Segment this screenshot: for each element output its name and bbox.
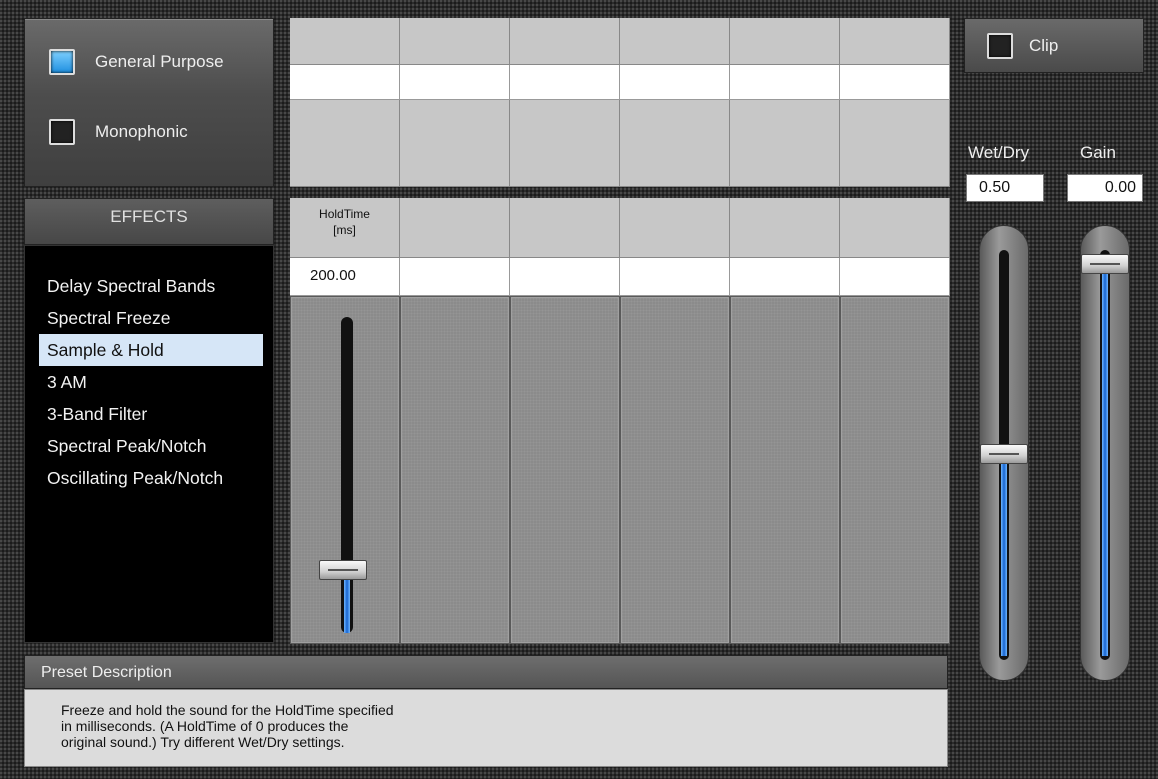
param-value-cell — [620, 258, 730, 296]
param-value-cell — [840, 65, 950, 100]
preset-description-body: Freeze and hold the sound for the HoldTi… — [24, 689, 948, 767]
effect-item-oscillating-peak-notch[interactable]: Oscillating Peak/Notch — [39, 462, 263, 494]
param-body-cell — [730, 100, 840, 187]
hold-time-name: HoldTime — [319, 207, 370, 221]
param-body-cell — [400, 100, 510, 187]
empty-slider-slot — [400, 296, 510, 644]
param-body-cell — [510, 100, 620, 187]
gain-label: Gain — [1080, 143, 1116, 162]
param-value-cell — [730, 65, 840, 100]
hold-time-slider[interactable] — [290, 296, 400, 644]
param-value-cell — [510, 65, 620, 100]
empty-slider-slot — [620, 296, 730, 644]
gain-slider-thumb[interactable] — [1081, 254, 1129, 275]
param-value-cell — [290, 65, 400, 100]
param-value-cell — [510, 258, 620, 296]
hold-time-slider-fill — [344, 577, 350, 633]
param-header-cell — [730, 198, 840, 258]
hold-time-unit: [ms] — [333, 223, 356, 237]
mode-option-general-purpose[interactable]: General Purpose — [49, 49, 224, 75]
general-purpose-led-icon[interactable] — [49, 49, 75, 75]
effects-list[interactable]: Delay Spectral Bands Spectral Freeze Sam… — [24, 245, 274, 643]
effect-item-sample-and-hold[interactable]: Sample & Hold — [39, 334, 263, 366]
empty-slider-slot — [840, 296, 950, 644]
effect-item-3-band-filter[interactable]: 3-Band Filter — [39, 398, 263, 430]
wet-dry-slider[interactable] — [979, 225, 1029, 681]
effect-item-spectral-freeze[interactable]: Spectral Freeze — [39, 302, 263, 334]
param-header-cell — [400, 18, 510, 65]
param-header-cell — [730, 18, 840, 65]
param-body-cell — [620, 100, 730, 187]
param-header-cell — [510, 198, 620, 258]
hold-time-slider-thumb[interactable] — [319, 559, 367, 580]
gain-slider-fill — [1102, 272, 1108, 656]
slider-slots — [290, 296, 950, 644]
clip-led-icon[interactable] — [987, 32, 1013, 59]
wet-dry-label: Wet/Dry — [968, 143, 1030, 162]
mode-panel: General Purpose Monophonic — [24, 18, 274, 187]
preset-description-line: in milliseconds. (A HoldTime of 0 produc… — [61, 718, 349, 734]
param-header-cell — [840, 198, 950, 258]
effect-item-spectral-peak-notch[interactable]: Spectral Peak/Notch — [39, 430, 263, 462]
param-header-cell — [290, 18, 400, 65]
param-body-cell — [290, 100, 400, 187]
param-body-cell — [840, 100, 950, 187]
monophonic-led-icon[interactable] — [49, 119, 75, 145]
param-header-cell — [400, 198, 510, 258]
param-value-cell — [730, 258, 840, 296]
param-header-cell — [620, 18, 730, 65]
wet-dry-slider-thumb[interactable] — [980, 444, 1028, 464]
clip-label: Clip — [1029, 35, 1059, 55]
empty-slider-slot — [510, 296, 620, 644]
hold-time-param-name: HoldTime [ms] — [290, 198, 400, 258]
clip-button[interactable]: Clip — [964, 18, 1144, 73]
monophonic-label: Monophonic — [95, 122, 188, 141]
preset-description-line: Freeze and hold the sound for the HoldTi… — [61, 702, 394, 718]
hold-time-value-field[interactable]: 200.00 — [290, 258, 400, 296]
preset-description-line: original sound.) Try different Wet/Dry s… — [61, 734, 345, 750]
param-value-cell — [400, 65, 510, 100]
general-purpose-label: General Purpose — [95, 52, 224, 71]
empty-slider-slot — [730, 296, 840, 644]
param-value-cell — [840, 258, 950, 296]
preset-description-header: Preset Description — [24, 655, 948, 689]
gain-slider[interactable] — [1080, 225, 1130, 681]
param-header-cell — [620, 198, 730, 258]
param-header-cell — [510, 18, 620, 65]
mode-option-monophonic[interactable]: Monophonic — [49, 119, 188, 145]
param-header-cell — [840, 18, 950, 65]
wet-dry-slider-fill — [1001, 462, 1007, 656]
param-value-cell — [620, 65, 730, 100]
param-value-cell — [400, 258, 510, 296]
effect-item-delay-spectral-bands[interactable]: Delay Spectral Bands — [39, 270, 263, 302]
wet-dry-value-field[interactable]: 0.50 — [966, 174, 1044, 202]
gain-value-field[interactable]: 0.00 — [1067, 174, 1143, 202]
top-param-grid — [290, 18, 950, 187]
effect-item-3-am[interactable]: 3 AM — [39, 366, 263, 398]
param-grid: HoldTime [ms] 200.00 — [290, 198, 950, 296]
effects-header: EFFECTS — [24, 198, 274, 245]
